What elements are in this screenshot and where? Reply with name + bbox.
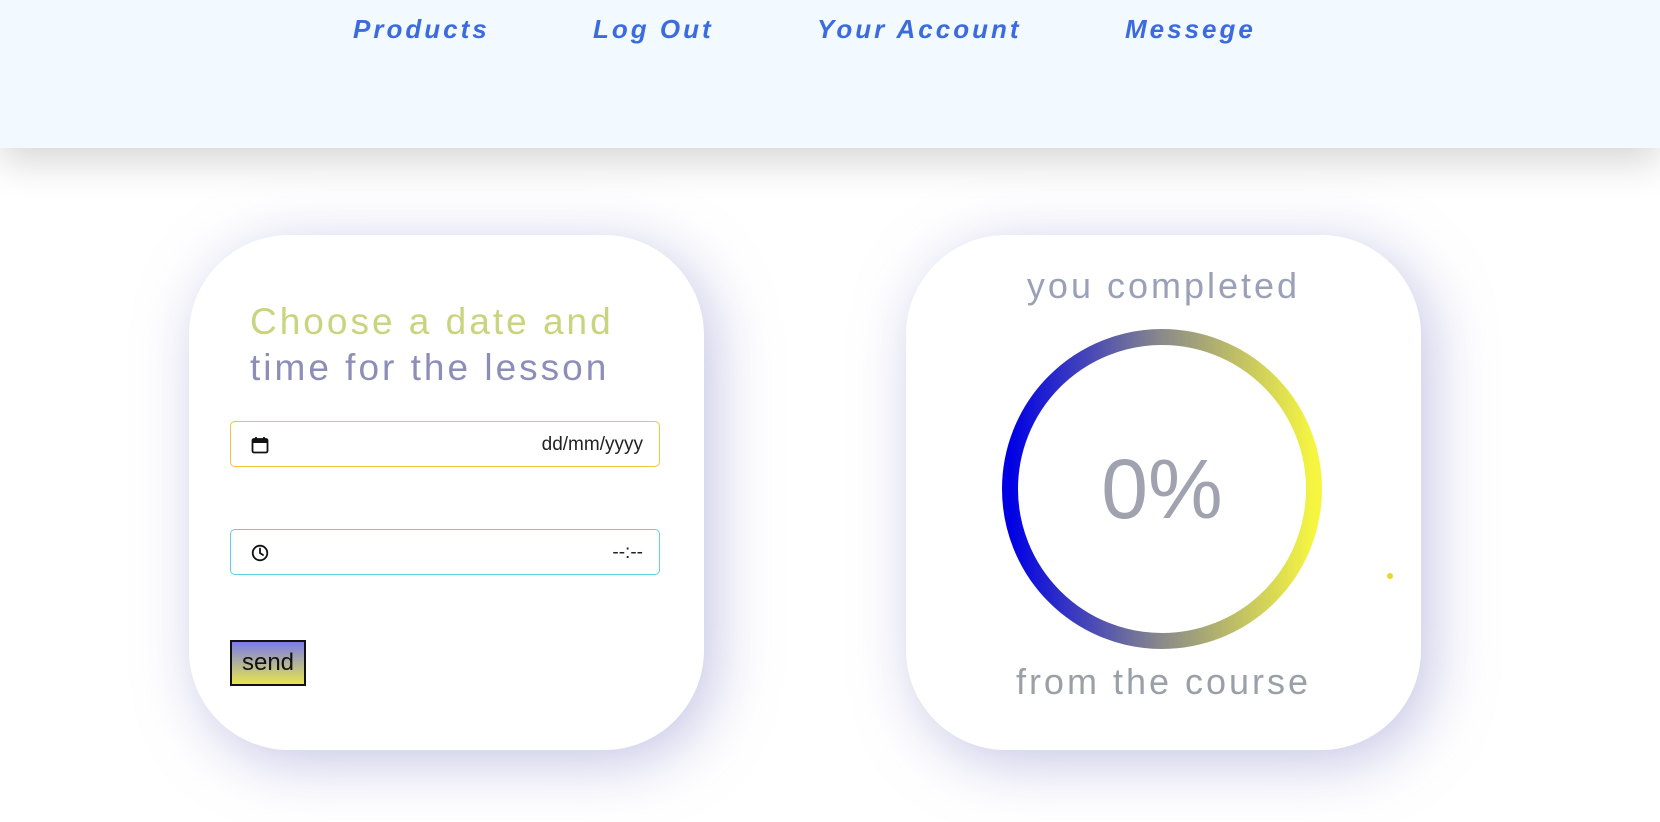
lesson-title-line-1: Choose a date and (250, 301, 614, 342)
nav-link-products[interactable]: Products (353, 14, 490, 45)
lesson-title-line-2: time for the lesson (250, 347, 610, 388)
progress-label-bottom: from the course (1015, 661, 1312, 702)
lesson-time-value: --:-- (612, 542, 643, 563)
lesson-date-value: dd/mm/yyyy (541, 434, 643, 455)
page-bottom-strip (0, 794, 1660, 822)
send-button[interactable]: send (230, 640, 306, 686)
progress-percent: 0% (1101, 442, 1223, 536)
progress-label-top: you completed (1026, 265, 1301, 306)
clock-icon[interactable] (251, 544, 269, 562)
lesson-booking-title: Choose a date and time for the lesson (250, 299, 670, 391)
decorative-dot (1387, 573, 1393, 579)
calendar-icon[interactable] (251, 436, 269, 454)
course-progress-card: you completed 0% from the course (906, 235, 1421, 750)
top-navigation-bar: Products Log Out Your Account Messege (0, 0, 1660, 148)
nav-link-messege[interactable]: Messege (1125, 14, 1256, 45)
lesson-booking-card: Choose a date and time for the lesson dd… (189, 235, 704, 750)
lesson-time-input[interactable]: --:-- (230, 529, 660, 575)
nav-link-your-account[interactable]: Your Account (817, 14, 1022, 45)
lesson-date-input[interactable]: dd/mm/yyyy (230, 421, 660, 467)
nav-link-log-out[interactable]: Log Out (593, 14, 714, 45)
